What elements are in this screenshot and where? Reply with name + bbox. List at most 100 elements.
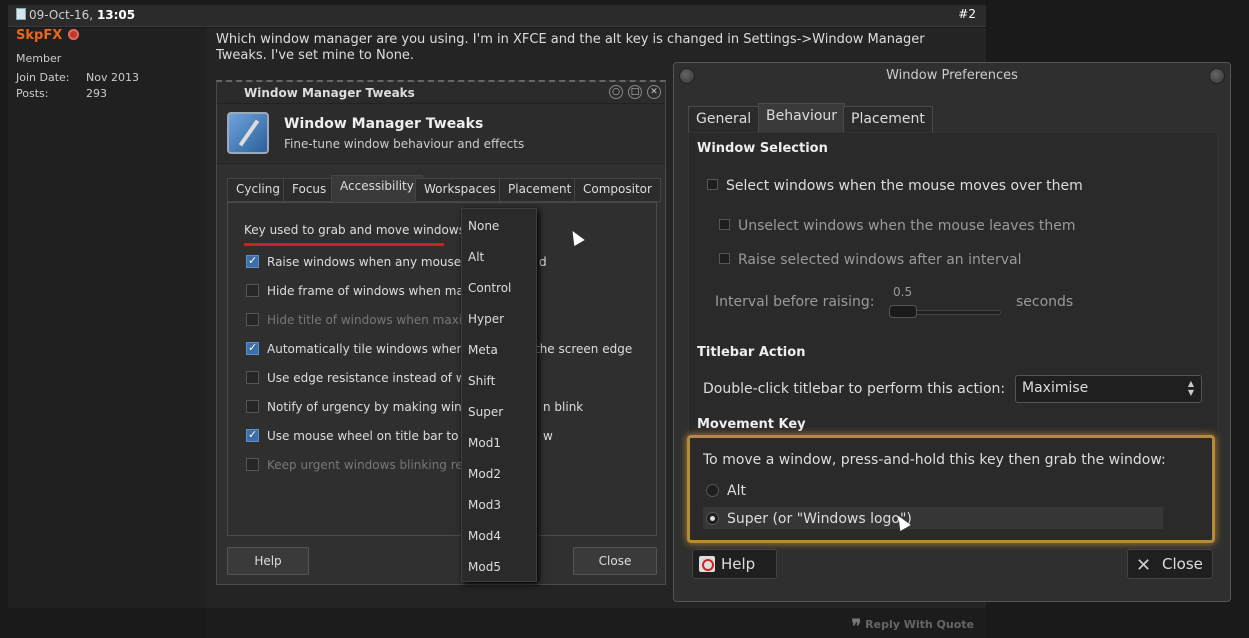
checkbox-label: Select windows when the mouse moves over… [726, 178, 1083, 194]
option-hide-frame[interactable]: Hide frame of windows when maxin [246, 284, 482, 298]
wm-tweaks-app-icon [227, 112, 269, 154]
checkbox[interactable] [246, 254, 259, 268]
minimize-icon[interactable]: ○ [609, 85, 623, 99]
option-label-suffix: n blink [543, 400, 584, 414]
username-text[interactable]: SkpFX [16, 28, 62, 43]
username-link[interactable]: SkpFX [16, 28, 80, 43]
menu-item-mod1[interactable]: Mod1 [468, 436, 501, 450]
posts-row: Posts: 293 [16, 87, 107, 100]
maximize-icon[interactable]: □ [628, 85, 642, 99]
checkbox [719, 219, 730, 230]
option-raise-windows[interactable]: Raise windows when any mouse bu d [246, 254, 547, 269]
close-button[interactable]: ✕ Close [1127, 549, 1213, 579]
tab-behaviour[interactable]: Behaviour [758, 103, 846, 133]
checkbox[interactable] [707, 179, 718, 190]
double-click-action-select[interactable]: Maximise ▲ ▼ [1015, 375, 1202, 403]
wm-tweaks-window-title: Window Manager Tweaks [244, 86, 415, 100]
menu-item-control[interactable]: Control [468, 281, 511, 295]
option-auto-tile[interactable]: Automatically tile windows when m the scr… [246, 341, 632, 356]
close-icon[interactable]: ✕ [647, 85, 661, 99]
move-instruction: To move a window, press-and-hold this ke… [703, 452, 1166, 468]
post-header: 09-Oct-16, 13:05 #2 [8, 5, 986, 27]
option-label: Notify of urgency by making window [267, 400, 487, 414]
option-keep-urgent-blinking: Keep urgent windows blinking repe [246, 458, 478, 472]
radio-button[interactable] [706, 512, 719, 525]
checkbox[interactable] [246, 371, 259, 384]
menu-item-mod4[interactable]: Mod4 [468, 529, 501, 543]
close-button-label: Close [1162, 555, 1203, 573]
post-message: Which window manager are you using. I'm … [216, 32, 925, 63]
post-number-link[interactable]: #2 [958, 7, 976, 21]
tab-placement[interactable]: Placement [499, 178, 581, 202]
accessibility-panel: Key used to grab and move windows: Raise… [227, 202, 657, 536]
option-notify-urgency[interactable]: Notify of urgency by making window n blin… [246, 400, 583, 414]
post-time: 13:05 [96, 8, 136, 22]
close-icon: ✕ [1136, 555, 1152, 576]
menu-item-mod5[interactable]: Mod5 [468, 560, 501, 574]
tab-focus[interactable]: Focus [283, 178, 336, 202]
close-button[interactable]: Close [573, 547, 657, 575]
tab-general[interactable]: General [688, 106, 760, 133]
tab-cycling[interactable]: Cycling [227, 178, 289, 202]
quote-icon: ❞ [851, 616, 862, 637]
window-selection-heading: Window Selection [697, 141, 828, 156]
user-info-column: SkpFX Member Join Date: Nov 2013 Posts: 29… [8, 28, 206, 608]
menu-item-mod3[interactable]: Mod3 [468, 498, 501, 512]
post-date-text: 09-Oct-16, [29, 8, 94, 22]
checkbox[interactable] [246, 428, 259, 442]
radio-alt[interactable]: Alt [706, 483, 746, 499]
checkbox-label: Unselect windows when the mouse leaves t… [738, 218, 1076, 234]
tab-placement[interactable]: Placement [843, 106, 933, 133]
radio-super[interactable]: Super (or "Windows logo") [706, 511, 912, 527]
window-close-knob-icon[interactable] [1209, 68, 1225, 84]
annotation-underline [244, 243, 444, 246]
reply-with-quote-button[interactable]: ❞ Reply With Quote [851, 616, 974, 637]
menu-item-hyper[interactable]: Hyper [468, 312, 504, 326]
option-label: Automatically tile windows when m [267, 342, 480, 356]
movement-key-box: To move a window, press-and-hold this ke… [687, 435, 1215, 543]
radio-button[interactable] [706, 484, 719, 497]
posts-value: 293 [86, 87, 107, 100]
posts-label: Posts: [16, 87, 49, 100]
wm-tweaks-subheading: Fine-tune window behaviour and effects [284, 137, 525, 151]
spin-arrows-icon: ▲ ▼ [1187, 379, 1194, 397]
radio-label: Alt [727, 483, 746, 499]
user-rank: Member [16, 52, 62, 65]
tab-accessibility[interactable]: Accessibility [331, 175, 423, 202]
interval-label: Interval before raising: [715, 294, 875, 310]
help-button[interactable]: Help [227, 547, 309, 575]
wm-tweaks-titlebar[interactable]: Window Manager Tweaks ○ □ ✕ [217, 82, 665, 104]
checkbox[interactable] [246, 400, 259, 413]
tab-workspaces[interactable]: Workspaces [415, 178, 505, 202]
checkbox[interactable] [246, 284, 259, 297]
unselect-windows-checkbox: Unselect windows when the mouse leaves t… [719, 218, 1075, 234]
option-label: Hide frame of windows when maxin [267, 284, 482, 298]
movement-key-heading: Movement Key [697, 417, 806, 432]
menu-item-super[interactable]: Super [468, 405, 503, 419]
menu-item-none[interactable]: None [468, 219, 499, 233]
menu-item-alt[interactable]: Alt [468, 250, 484, 264]
join-date-label: Join Date: [16, 71, 70, 84]
window-preferences-title[interactable]: Window Preferences [674, 63, 1230, 91]
radio-label: Super (or "Windows logo") [727, 511, 912, 527]
option-edge-resistance[interactable]: Use edge resistance instead of win [246, 371, 477, 385]
grab-key-label: Key used to grab and move windows: [244, 223, 469, 237]
tab-compositor[interactable]: Compositor [574, 178, 661, 202]
help-button[interactable]: Help [692, 549, 777, 579]
option-label-suffix: the screen edge [535, 342, 633, 356]
help-button-label: Help [721, 555, 756, 573]
post-footer: ❞ Reply With Quote [206, 608, 986, 638]
reply-with-quote-label[interactable]: Reply With Quote [865, 618, 974, 631]
option-label: Use mouse wheel on title bar to rol [267, 429, 478, 443]
titlebar-action-heading: Titlebar Action [697, 345, 806, 360]
menu-item-shift[interactable]: Shift [468, 374, 495, 388]
menu-item-meta[interactable]: Meta [468, 343, 498, 357]
select-windows-checkbox[interactable]: Select windows when the mouse moves over… [707, 178, 1083, 194]
option-mouse-wheel-roll[interactable]: Use mouse wheel on title bar to rol w [246, 428, 553, 443]
checkbox[interactable] [246, 341, 259, 355]
checkbox [246, 313, 259, 326]
menu-item-mod2[interactable]: Mod2 [468, 467, 501, 481]
checkbox-label: Raise selected windows after an interval [738, 252, 1022, 268]
option-label: Use edge resistance instead of win [267, 371, 477, 385]
window-menu-icon[interactable] [679, 68, 695, 84]
